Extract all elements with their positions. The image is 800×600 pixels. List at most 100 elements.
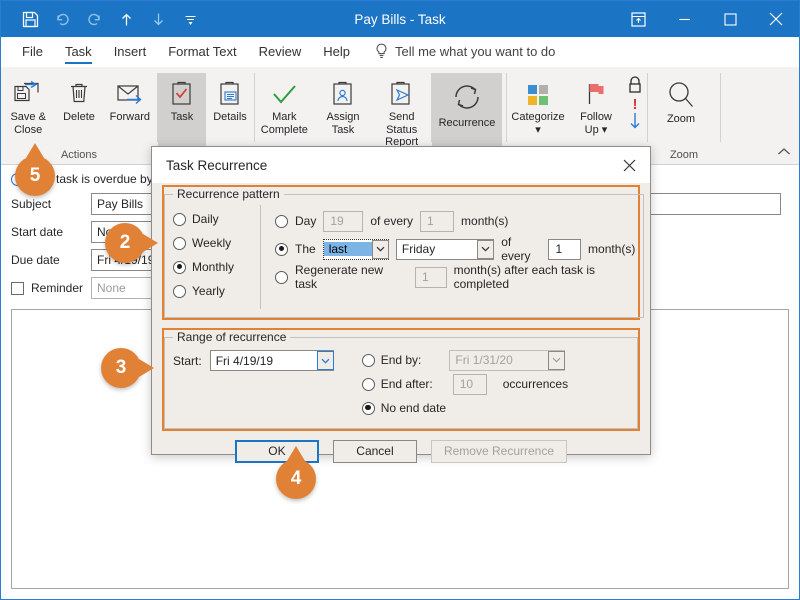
range-of-recurrence-highlight: Range of recurrence Start: Fri 4/19/19 E… — [162, 328, 640, 431]
frequency-radio-list: Daily Weekly Monthly Yearly — [173, 205, 261, 309]
ribbon-tab-bar: File Task Insert Format Text Review Help… — [1, 37, 799, 67]
frequency-daily[interactable]: Daily — [173, 207, 260, 231]
close-icon[interactable] — [753, 1, 799, 37]
exclamation-icon[interactable]: ! — [633, 97, 638, 112]
ok-button[interactable]: OK — [234, 439, 319, 463]
mark-complete-button[interactable]: Mark Complete — [255, 73, 314, 136]
frequency-yearly[interactable]: Yearly — [173, 279, 260, 303]
tab-review[interactable]: Review — [248, 37, 313, 66]
weekday-dropdown[interactable]: Friday — [395, 238, 495, 260]
reminder-label: Reminder — [31, 281, 84, 295]
send-status-report-label: Send Status Report — [385, 111, 419, 148]
radio-day-of-month[interactable] — [275, 214, 288, 228]
minimize-icon[interactable] — [661, 1, 707, 37]
chevron-down-icon[interactable] — [548, 350, 566, 370]
dialog-title-bar: Task Recurrence — [152, 147, 650, 183]
radio-daily[interactable] — [173, 212, 186, 226]
end-by-date-dropdown[interactable]: Fri 1/31/20 — [449, 349, 566, 371]
save-and-close-button[interactable]: Save & Close — [1, 73, 55, 136]
weekday-value: Friday — [401, 242, 436, 256]
radio-the-ordinal[interactable] — [275, 242, 288, 256]
the-every-months-input[interactable]: 1 — [548, 238, 582, 260]
window-controls — [615, 1, 799, 37]
trash-icon — [67, 77, 91, 111]
tab-task[interactable]: Task — [54, 37, 103, 66]
dialog-title: Task Recurrence — [166, 157, 268, 173]
radio-end-by[interactable] — [361, 353, 375, 367]
the-ordinal-row: The last Friday of every 1 month(s) — [275, 235, 635, 263]
tab-help[interactable]: Help — [312, 37, 361, 66]
regenerate-suffix-label: month(s) after each task is completed — [453, 263, 596, 291]
ribbon-display-options-icon[interactable] — [615, 1, 661, 37]
frequency-monthly-label: Monthly — [192, 260, 235, 274]
ordinal-dropdown[interactable]: last — [322, 238, 389, 260]
reminder-checkbox[interactable] — [11, 281, 24, 295]
forward-label: Forward — [109, 111, 151, 123]
no-end-date-row[interactable]: No end date — [361, 396, 568, 420]
regenerate-months-input[interactable]: 1 — [415, 266, 447, 288]
start-date-dropdown[interactable]: Fri 4/19/19 — [209, 350, 334, 371]
magnifier-icon — [666, 77, 696, 113]
chevron-down-icon[interactable] — [371, 239, 389, 259]
ribbon-filler — [721, 67, 799, 164]
tab-format-text[interactable]: Format Text — [157, 37, 247, 66]
details-button[interactable]: Details — [206, 73, 254, 124]
down-arrow-icon[interactable] — [628, 112, 642, 133]
task-label: Task — [170, 111, 194, 123]
end-after-label: End after: — [380, 377, 433, 391]
ribbon-group-zoom-label: Zoom — [669, 149, 699, 161]
recurrence-label: Recurrence — [438, 117, 496, 129]
categorize-button[interactable]: Categorize ▾ — [507, 73, 569, 136]
save-and-close-label: Save & Close — [10, 111, 46, 136]
radio-end-after[interactable] — [361, 377, 375, 391]
radio-yearly[interactable] — [173, 284, 186, 298]
callout-4-number: 4 — [290, 468, 302, 489]
chevron-down-icon[interactable] — [316, 351, 334, 370]
start-date-value: Fri 4/19/19 — [215, 353, 274, 368]
cancel-button[interactable]: Cancel — [332, 439, 417, 463]
previous-item-icon[interactable] — [111, 5, 141, 33]
the-of-every-label: of every — [501, 235, 531, 263]
zoom-button[interactable]: Zoom — [654, 73, 708, 126]
radio-regenerate[interactable] — [275, 270, 288, 284]
frequency-monthly[interactable]: Monthly — [173, 255, 260, 279]
customize-quick-access-toolbar-icon[interactable] — [175, 5, 205, 33]
maximize-icon[interactable] — [707, 1, 753, 37]
regenerate-row: Regenerate new task 1 month(s) after eac… — [275, 263, 635, 291]
forward-button[interactable]: Forward — [103, 73, 157, 124]
the-radio-label: The — [295, 242, 316, 256]
callout-badge-5: 5 — [15, 143, 55, 196]
assign-task-button[interactable]: Assign Task — [314, 73, 373, 136]
chevron-down-icon[interactable] — [477, 239, 495, 259]
collapse-ribbon-icon[interactable] — [777, 146, 791, 160]
end-by-row[interactable]: End by: Fri 1/31/20 — [361, 348, 568, 372]
frequency-weekly[interactable]: Weekly — [173, 231, 260, 255]
close-icon[interactable] — [608, 147, 650, 183]
remove-recurrence-button: Remove Recurrence — [430, 439, 568, 463]
radio-monthly[interactable] — [173, 260, 186, 274]
tab-insert[interactable]: Insert — [103, 37, 158, 66]
radio-no-end-date[interactable] — [361, 401, 375, 415]
end-after-row[interactable]: End after: 10 occurrences — [361, 372, 568, 396]
follow-up-button[interactable]: Follow Up ▾ — [569, 73, 623, 136]
callout-2-number: 2 — [119, 232, 131, 253]
day-number-input[interactable]: 19 — [323, 210, 364, 232]
send-status-report-button[interactable]: Send Status Report — [372, 73, 431, 149]
undo-icon[interactable] — [47, 5, 77, 33]
callout-3-number: 3 — [115, 357, 127, 378]
redo-icon[interactable] — [79, 5, 109, 33]
occurrences-input[interactable]: 10 — [452, 373, 487, 395]
tell-me-search[interactable]: Tell me what you want to do — [361, 37, 555, 66]
day-every-months-input[interactable]: 1 — [420, 210, 455, 232]
no-end-date-label: No end date — [380, 401, 447, 415]
lock-icon[interactable] — [626, 75, 644, 98]
red-flag-icon — [583, 77, 609, 111]
tab-file[interactable]: File — [11, 37, 54, 66]
save-icon[interactable] — [15, 5, 45, 33]
due-date-label: Due date — [11, 253, 60, 267]
zoom-label: Zoom — [666, 113, 696, 125]
next-item-icon[interactable] — [143, 5, 173, 33]
radio-weekly[interactable] — [173, 236, 186, 250]
delete-button[interactable]: Delete — [55, 73, 102, 124]
start-date-label: Start date — [11, 225, 64, 239]
